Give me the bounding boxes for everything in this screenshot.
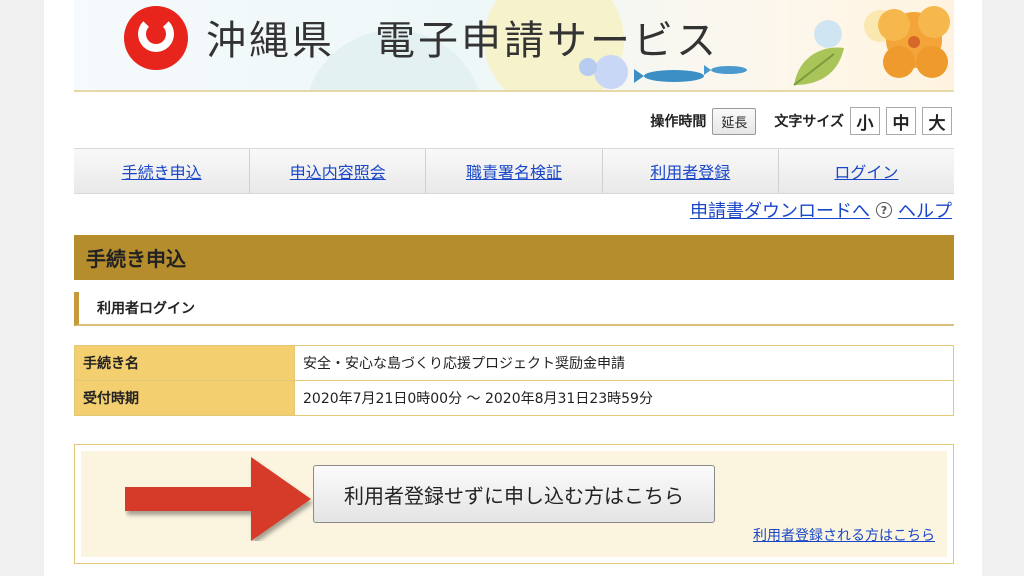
download-forms-link[interactable]: 申請書ダウンロードへ — [690, 197, 870, 223]
leaf-icon — [793, 47, 844, 86]
font-size-medium-button[interactable]: 中 — [886, 107, 916, 135]
font-size-label: 文字サイズ — [774, 114, 844, 130]
toolbar: 操作時間 延長 文字サイズ 小 中 大 — [650, 106, 952, 136]
hibiscus-flower-icon — [878, 6, 950, 78]
nav-login[interactable]: ログイン — [778, 149, 955, 193]
nav-user-registration[interactable]: 利用者登録 — [602, 149, 779, 193]
help-icon[interactable]: ? — [876, 202, 892, 218]
table-row: 受付時期 2020年7月21日0時00分 〜 2020年8月31日23時59分 — [74, 380, 954, 416]
reception-period-value: 2020年7月21日0時00分 〜 2020年8月31日23時59分 — [294, 380, 954, 416]
nav-procedure-apply[interactable]: 手続き申込 — [74, 149, 251, 193]
apply-without-registration-button[interactable]: 利用者登録せずに申し込む方はこちら — [313, 465, 715, 523]
reception-period-label: 受付時期 — [74, 380, 295, 416]
procedure-name-value: 安全・安心な島づくり応援プロジェクト奨励金申請 — [294, 345, 954, 381]
procedure-name-label: 手続き名 — [74, 345, 295, 381]
table-row: 手続き名 安全・安心な島づくり応援プロジェクト奨励金申請 — [74, 345, 954, 381]
apply-box-inner: 利用者登録せずに申し込む方はこちら 利用者登録される方はこちら — [81, 451, 947, 557]
okinawa-logo — [124, 6, 188, 70]
site-title-prefix: 沖縄県 — [206, 18, 335, 64]
registered-user-link[interactable]: 利用者登録される方はこちら — [753, 525, 935, 545]
site-title-suffix: 電子申請サービス — [375, 18, 719, 64]
page: 沖縄県 電子申請サービス 操作時間 延長 文字サイズ 小 中 大 手続き申込 申込… — [44, 0, 982, 576]
sub-links: 申請書ダウンロードへ ? ヘルプ — [690, 198, 952, 222]
font-size-small-button[interactable]: 小 — [850, 107, 880, 135]
nav-signature-verification[interactable]: 職責署名検証 — [426, 149, 603, 193]
extend-time-button[interactable]: 延長 — [712, 107, 757, 135]
font-size-large-button[interactable]: 大 — [922, 107, 952, 135]
arrow-right-icon — [125, 457, 311, 541]
apply-box: 利用者登録せずに申し込む方はこちら 利用者登録される方はこちら — [74, 444, 954, 564]
nav-application-inquiry[interactable]: 申込内容照会 — [250, 149, 427, 193]
site-title: 沖縄県 電子申請サービス — [206, 8, 719, 66]
help-link[interactable]: ヘルプ — [898, 197, 952, 223]
procedure-info-table: 手続き名 安全・安心な島づくり応援プロジェクト奨励金申請 受付時期 2020年7… — [74, 345, 954, 416]
header-banner: 沖縄県 電子申請サービス — [74, 0, 954, 92]
operation-time-label: 操作時間 — [650, 114, 707, 130]
section-title: 手続き申込 — [74, 235, 954, 280]
main-nav: 手続き申込 申込内容照会 職責署名検証 利用者登録 ログイン — [74, 148, 955, 194]
sub-heading: 利用者ログイン — [74, 292, 954, 326]
